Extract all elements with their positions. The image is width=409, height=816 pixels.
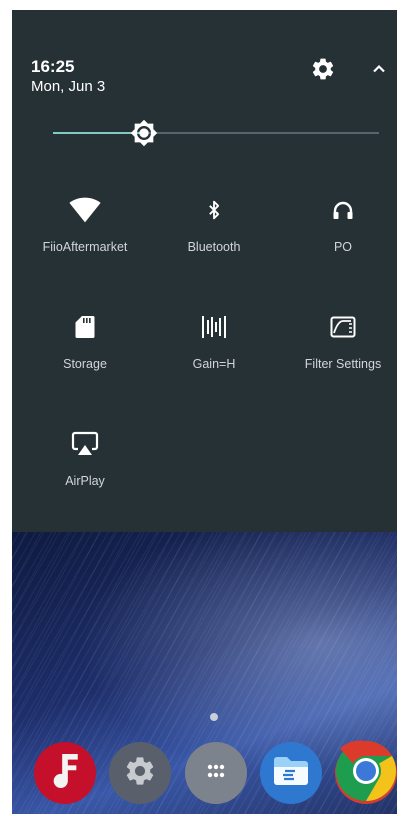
tile-label: AirPlay [65,474,105,488]
clock-date[interactable]: Mon, Jun 3 [31,78,105,96]
chrome-icon [335,739,397,807]
folder-icon [271,754,311,793]
app-chrome[interactable] [335,739,397,807]
app-fiio-music[interactable] [34,742,96,804]
tile-gain[interactable]: Gain=H [149,314,279,404]
music-note-icon [48,751,82,796]
tile-airplay[interactable]: AirPlay [20,431,150,521]
tile-label: PO [333,240,353,254]
sd-card-icon [75,315,95,344]
phone-screen: 16:25 Mon, Jun 3 FiioAftermarket Bluetoo… [12,10,397,814]
app-drawer-button[interactable] [185,742,247,804]
headphones-icon [331,198,355,227]
tile-label: Bluetooth [187,240,241,254]
tile-label: Storage [63,357,107,371]
app-es-file-explorer[interactable] [260,742,322,804]
page-indicator [210,713,218,721]
airplay-icon [71,431,99,462]
brightness-icon [130,119,158,151]
collapse-button[interactable] [362,54,396,88]
gear-icon [123,754,157,793]
filter-icon [330,316,356,343]
tile-storage[interactable]: Storage [20,314,150,404]
app-dock [12,738,397,808]
app-drawer-icon [201,756,231,791]
tile-label: Gain=H [192,357,236,371]
chevron-up-icon [369,59,389,84]
app-settings[interactable] [109,742,171,804]
tile-label: Filter Settings [304,357,382,371]
brightness-slider[interactable] [53,118,379,148]
tile-wifi[interactable]: FiioAftermarket [20,197,150,287]
settings-button[interactable] [306,54,340,88]
quick-settings-panel: 16:25 Mon, Jun 3 FiioAftermarket Bluetoo… [12,10,397,532]
tile-bluetooth[interactable]: Bluetooth [149,197,279,287]
clock-time: 16:25 [31,57,75,76]
brightness-thumb[interactable] [130,119,158,147]
gear-icon [310,56,336,87]
wifi-icon [69,197,101,228]
gain-icon [201,314,227,345]
tile-label: FiioAftermarket [42,240,128,254]
tile-po[interactable]: PO [278,197,397,287]
bluetooth-icon [204,197,224,228]
tile-filter-settings[interactable]: Filter Settings [278,314,397,404]
